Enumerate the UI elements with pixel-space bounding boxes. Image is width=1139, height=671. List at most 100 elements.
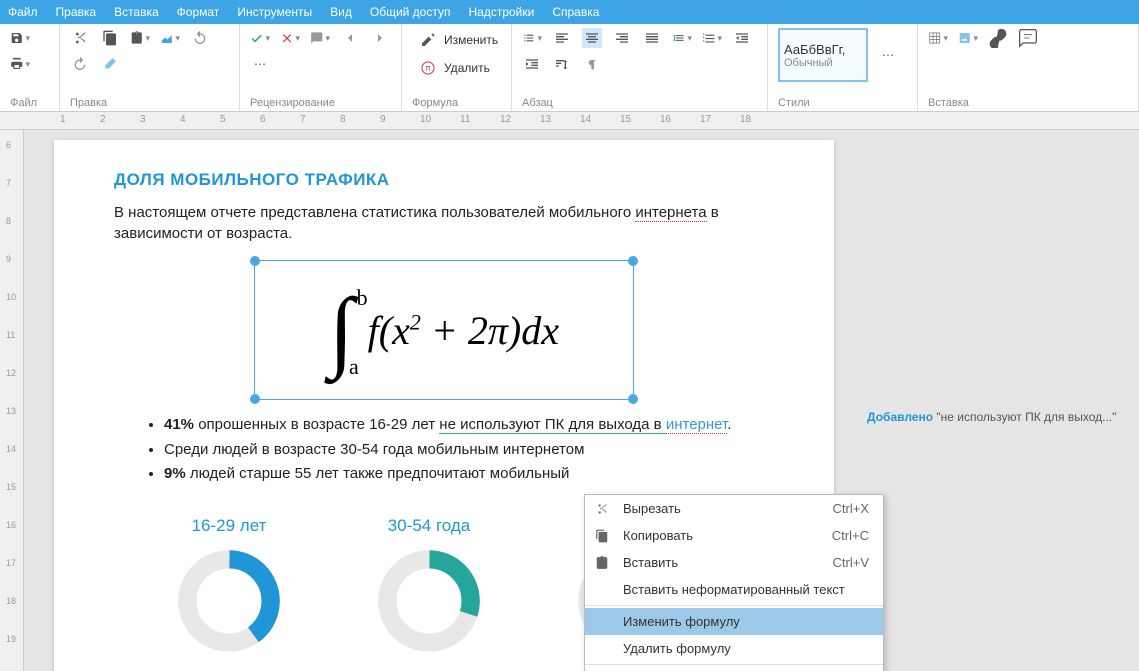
pilcrow-icon[interactable]	[582, 54, 602, 74]
highlight-icon[interactable]	[160, 28, 180, 48]
ctx-copy[interactable]: КопироватьCtrl+C	[585, 522, 883, 549]
resize-handle-tl[interactable]	[250, 256, 260, 266]
prev-change-icon[interactable]	[340, 28, 360, 48]
ruler-mark: 12	[500, 114, 511, 125]
accept-icon[interactable]	[250, 28, 270, 48]
paste-icon[interactable]	[130, 28, 150, 48]
ruler-mark: 15	[620, 114, 631, 125]
ruler-mark: 6	[260, 114, 266, 125]
resize-handle-bl[interactable]	[250, 394, 260, 404]
vertical-ruler: 678910111213141516171819	[0, 130, 24, 671]
menu-share[interactable]: Общий доступ	[370, 5, 451, 19]
ctx-delete-formula[interactable]: Удалить формулу	[585, 635, 883, 662]
cut-icon[interactable]	[70, 28, 90, 48]
ctx-print-selection[interactable]: Печать выделенной области...	[585, 667, 883, 671]
number-list-icon[interactable]	[702, 28, 722, 48]
resize-handle-br[interactable]	[628, 394, 638, 404]
ruler-mark: 9	[380, 114, 386, 125]
vruler-mark: 11	[6, 330, 15, 340]
ctx-edit-formula[interactable]: Изменить формулу	[585, 608, 883, 635]
formula-object[interactable]: ∫ba f(x2 + 2π)dx	[254, 260, 634, 400]
menu-file[interactable]: Файл	[8, 5, 38, 19]
chart-label: 16-29 лет	[164, 516, 294, 536]
comment-nav-icon[interactable]	[310, 28, 330, 48]
ruler-mark: 2	[100, 114, 106, 125]
style-name: Обычный	[784, 57, 862, 69]
comment-insert-icon[interactable]	[1018, 28, 1038, 48]
copy-icon[interactable]	[100, 28, 120, 48]
context-menu: ВырезатьCtrl+X КопироватьCtrl+C Вставить…	[584, 494, 884, 671]
print-icon[interactable]	[10, 54, 30, 74]
edit-formula-button[interactable]: Изменить	[412, 28, 504, 52]
vruler-mark: 7	[6, 178, 11, 188]
group-label-formula: Формула	[412, 97, 501, 109]
vruler-mark: 9	[6, 254, 11, 264]
image-icon[interactable]	[958, 28, 978, 48]
delete-formula-label: Удалить	[444, 61, 490, 75]
chart-1: 16-29 лет	[164, 516, 294, 659]
link-icon[interactable]	[988, 28, 1008, 48]
menu-format[interactable]: Формат	[177, 5, 220, 19]
vruler-mark: 15	[6, 482, 16, 492]
svg-text:π: π	[425, 64, 431, 73]
redo-icon[interactable]	[70, 54, 90, 74]
document-heading: ДОЛЯ МОБИЛЬНОГО ТРАФИКА	[114, 170, 774, 190]
menu-tools[interactable]: Инструменты	[237, 5, 312, 19]
save-icon[interactable]	[10, 28, 30, 48]
horizontal-ruler: 123456789101112131415161718	[0, 112, 1139, 130]
outdent-icon[interactable]	[732, 28, 752, 48]
group-label-review: Рецензирование	[250, 97, 391, 109]
ctx-paste[interactable]: ВставитьCtrl+V	[585, 549, 883, 576]
vruler-mark: 17	[6, 558, 16, 568]
align-center-icon[interactable]	[582, 28, 602, 48]
ruler-mark: 4	[180, 114, 186, 125]
menu-insert[interactable]: Вставка	[114, 5, 159, 19]
more-styles-icon[interactable]: ⋯	[878, 45, 898, 65]
vruler-mark: 8	[6, 216, 11, 226]
chart-label: 30-54 года	[364, 516, 494, 536]
list-item: 9% людей старше 55 лет также предпочитаю…	[164, 463, 774, 486]
vruler-mark: 19	[6, 634, 16, 644]
undo-icon[interactable]	[190, 28, 210, 48]
ruler-mark: 16	[660, 114, 671, 125]
align-left-icon[interactable]	[552, 28, 572, 48]
table-icon[interactable]	[928, 28, 948, 48]
line-spacing-icon[interactable]	[672, 28, 692, 48]
eraser-icon[interactable]	[100, 54, 120, 74]
align-right-icon[interactable]	[612, 28, 632, 48]
ruler-mark: 8	[340, 114, 346, 125]
indent-icon[interactable]	[522, 54, 542, 74]
bullet-list-icon[interactable]	[522, 28, 542, 48]
menu-edit[interactable]: Правка	[56, 5, 97, 19]
ruler-mark: 5	[220, 114, 226, 125]
document-list: 41% опрошенных в возрасте 16-29 лет не и…	[164, 414, 774, 486]
sort-icon[interactable]	[552, 54, 572, 74]
comment-text: "не используют ПК для выход..."	[933, 410, 1116, 424]
group-label-file: Файл	[10, 97, 49, 109]
vruler-mark: 14	[6, 444, 16, 454]
ruler-mark: 18	[740, 114, 751, 125]
menu-view[interactable]: Вид	[330, 5, 352, 19]
delete-formula-button[interactable]: π Удалить	[412, 56, 496, 80]
resize-handle-tr[interactable]	[628, 256, 638, 266]
menu-help[interactable]: Справка	[552, 5, 599, 19]
align-justify-icon[interactable]	[642, 28, 662, 48]
vruler-mark: 12	[6, 368, 16, 378]
ctx-paste-unformatted[interactable]: Вставить неформатированный текст	[585, 576, 883, 603]
document-paragraph: В настоящем отчете представлена статисти…	[114, 202, 774, 244]
ruler-mark: 13	[540, 114, 551, 125]
menu-addons[interactable]: Надстройки	[468, 5, 534, 19]
next-change-icon[interactable]	[370, 28, 390, 48]
ruler-mark: 17	[700, 114, 711, 125]
reject-icon[interactable]	[280, 28, 300, 48]
style-sample: АаБбВвГг,	[784, 42, 862, 57]
page-area: ДОЛЯ МОБИЛЬНОГО ТРАФИКА В настоящем отче…	[24, 130, 1139, 671]
ruler-mark: 14	[580, 114, 591, 125]
menubar: Файл Правка Вставка Формат Инструменты В…	[0, 0, 1139, 24]
group-label-styles: Стили	[778, 97, 907, 109]
style-normal[interactable]: АаБбВвГг, Обычный	[778, 28, 868, 82]
ruler-mark: 10	[420, 114, 431, 125]
ctx-cut[interactable]: ВырезатьCtrl+X	[585, 495, 883, 522]
more-icon[interactable]: ⋯	[250, 54, 270, 74]
chart-2: 30-54 года	[364, 516, 494, 659]
